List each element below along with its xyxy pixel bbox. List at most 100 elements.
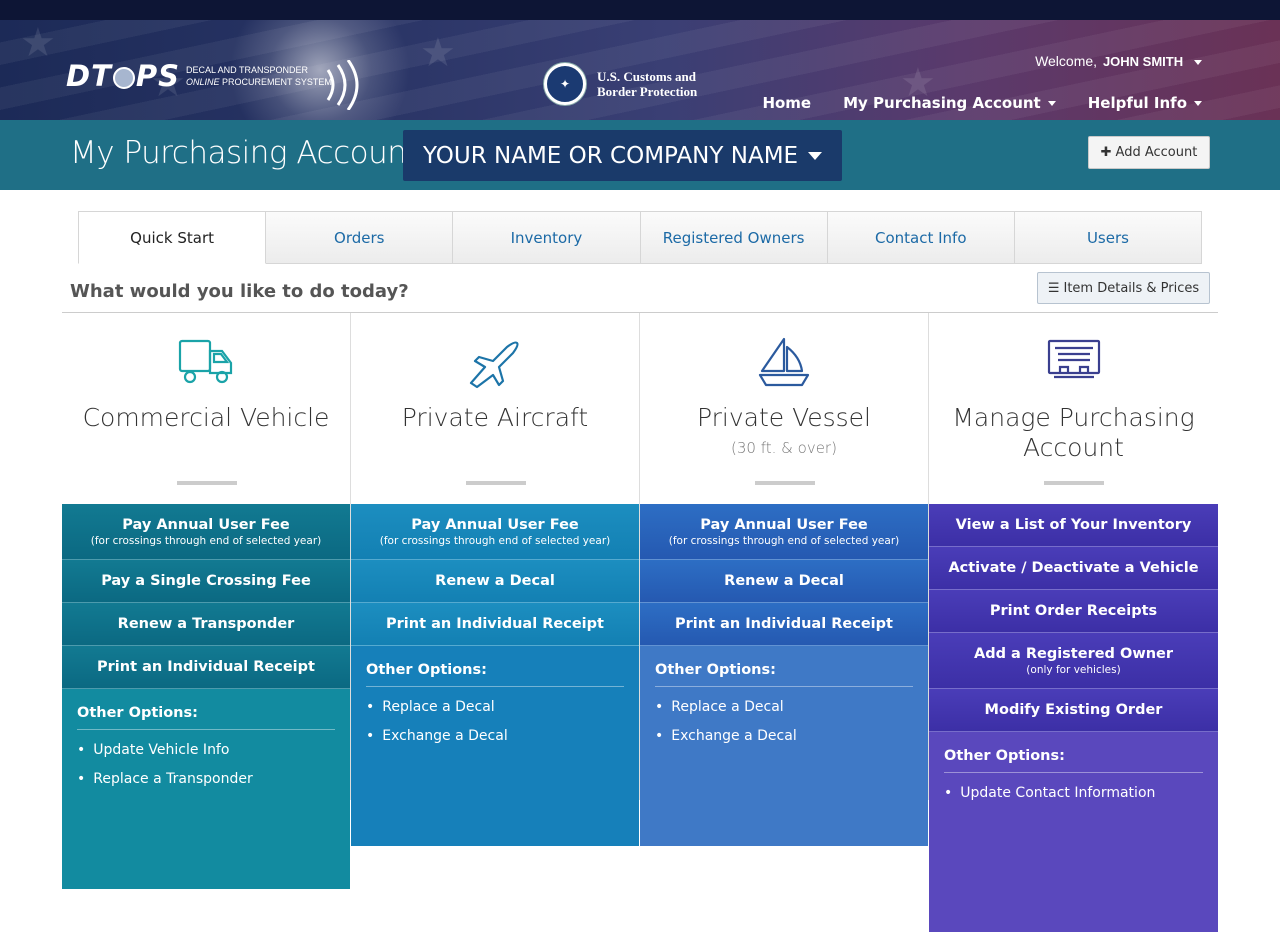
action-label: Print an Individual Receipt [97,659,315,675]
add-registered-owner-button[interactable]: Add a Registered Owner (only for vehicles… [929,633,1218,689]
other-options-title: Other Options: [77,705,335,730]
dhs-seal-icon: ✦ [544,63,586,105]
pay-annual-fee-button[interactable]: Pay Annual User Fee (for crossings throug… [62,504,350,560]
print-receipt-button[interactable]: Print an Individual Receipt [351,603,639,646]
action-label: Renew a Decal [724,573,844,589]
action-note: (for crossings through end of selected y… [668,534,900,547]
renew-transponder-button[interactable]: Renew a Transponder [62,603,350,646]
add-account-button[interactable]: ✚ Add Account [1088,136,1210,169]
flag-star-icon: ★ [420,30,456,76]
action-label: View a List of Your Inventory [955,517,1192,533]
tab-orders[interactable]: Orders [266,211,454,264]
user-menu[interactable]: Welcome, JOHN SMITH [1035,53,1202,69]
item-details-label: Item Details & Prices [1063,280,1200,296]
tab-inventory[interactable]: Inventory [453,211,641,264]
action-note: (for crossings through end of selected y… [379,534,611,547]
nav-my-purchasing-account[interactable]: My Purchasing Account [843,94,1056,120]
pay-annual-fee-button[interactable]: Pay Annual User Fee (for crossings throug… [351,504,639,560]
action-list: Pay Annual User Fee (for crossings throug… [640,504,928,846]
tab-contact-info[interactable]: Contact Info [827,211,1015,264]
logo-subtitle-italic: ONLINE [186,77,220,87]
account-title: My Purchasing Account: [70,135,428,171]
renew-decal-button[interactable]: Renew a Decal [640,560,928,603]
other-options: Other Options: Update Contact Informatio… [929,732,1218,932]
action-label: Add a Registered Owner [973,645,1174,662]
quick-start-columns: Commercial Vehicle Pay Annual User Fee (f… [62,313,1218,932]
nav-helpful-info[interactable]: Helpful Info [1088,94,1202,120]
tab-quick-start[interactable]: Quick Start [78,211,267,264]
activate-deactivate-button[interactable]: Activate / Deactivate a Vehicle [929,547,1218,590]
cbp-name: U.S. Customs and Border Protection [597,69,697,99]
other-options-title: Other Options: [366,662,624,687]
truck-icon [62,337,350,389]
other-options-title: Other Options: [944,748,1203,773]
column-commercial-vehicle: Commercial Vehicle Pay Annual User Fee (f… [62,313,351,889]
column-title: Manage Purchasing Account [929,403,1218,463]
item-details-button[interactable]: ☰ Item Details & Prices [1037,272,1210,304]
action-list: Pay Annual User Fee (for crossings throug… [62,504,350,889]
action-list: View a List of Your Inventory Activate /… [929,504,1218,932]
add-account-label: Add Account [1115,145,1198,160]
logo-wordmark: DT PS [66,59,180,93]
pay-single-crossing-button[interactable]: Pay a Single Crossing Fee [62,560,350,603]
exchange-decal-link[interactable]: Exchange a Decal [366,728,624,744]
action-label: Activate / Deactivate a Vehicle [948,560,1199,576]
cbp-branding: ✦ U.S. Customs and Border Protection [544,63,697,105]
column-title-text: Private Vessel [696,403,872,432]
dtops-logo[interactable]: DT PS DECAL AND TRANSPONDER ONLINE PROCUR… [66,56,332,96]
print-receipt-button[interactable]: Print an Individual Receipt [640,603,928,646]
nav-home-label: Home [762,94,812,112]
chevron-down-icon [1194,101,1202,106]
replace-transponder-link[interactable]: Replace a Transponder [77,771,335,787]
action-label: Pay a Single Crossing Fee [101,573,311,589]
title-underline [466,481,526,485]
column-private-aircraft: Private Aircraft Pay Annual User Fee (for… [351,313,640,846]
update-contact-info-link[interactable]: Update Contact Information [944,785,1203,801]
column-title: Commercial Vehicle [62,403,350,433]
chevron-down-icon [1194,59,1202,65]
globe-icon [112,67,135,89]
action-label: Pay Annual User Fee [700,516,868,533]
main-nav: Home My Purchasing Account Helpful Info [762,94,1202,120]
action-label: Renew a Transponder [117,616,295,632]
action-label: Renew a Decal [435,573,555,589]
airplane-icon [351,337,639,389]
nav-home[interactable]: Home [762,94,811,120]
modify-order-button[interactable]: Modify Existing Order [929,689,1218,732]
pay-annual-fee-button[interactable]: Pay Annual User Fee (for crossings throug… [640,504,928,560]
column-manage-account: Manage Purchasing Account View a List of… [929,313,1218,932]
flag-star-icon: ★ [20,20,56,66]
exchange-decal-link[interactable]: Exchange a Decal [655,728,913,744]
account-bar: My Purchasing Account: YOUR NAME OR COMP… [0,120,1280,190]
other-options: Other Options: Replace a Decal Exchange … [640,646,928,846]
cbp-name-line2: Border Protection [597,84,698,99]
other-options-title: Other Options: [655,662,913,687]
replace-decal-link[interactable]: Replace a Decal [366,699,624,715]
title-underline [755,481,815,485]
print-receipt-button[interactable]: Print an Individual Receipt [62,646,350,689]
renew-decal-button[interactable]: Renew a Decal [351,560,639,603]
logo-subtitle-line1: DECAL AND TRANSPONDER [186,65,309,75]
action-label: Pay Annual User Fee [122,516,290,533]
chevron-down-icon [808,151,823,160]
welcome-label: Welcome, [1035,53,1098,69]
view-inventory-button[interactable]: View a List of Your Inventory [929,504,1218,547]
nav-account-label: My Purchasing Account [843,94,1041,112]
tab-users[interactable]: Users [1014,211,1203,264]
sailboat-icon [640,337,928,389]
tab-registered-owners[interactable]: Registered Owners [640,211,828,264]
other-options: Other Options: Replace a Decal Exchange … [351,646,639,846]
column-private-vessel: Private Vessel (30 ft. & over) Pay Annual… [640,313,929,846]
column-subtitle: (30 ft. & over) [731,439,837,457]
user-name: JOHN SMITH [1102,54,1184,69]
update-vehicle-info-link[interactable]: Update Vehicle Info [77,742,335,758]
print-order-receipts-button[interactable]: Print Order Receipts [929,590,1218,633]
action-label: Print Order Receipts [989,603,1158,619]
column-title: Private Aircraft [351,403,639,433]
action-label: Print an Individual Receipt [675,616,893,632]
account-select[interactable]: YOUR NAME OR COMPANY NAME [403,130,842,181]
cbp-name-line1: U.S. Customs and [597,69,696,84]
action-list: Pay Annual User Fee (for crossings throug… [351,504,639,846]
site-header: ★ ★ ★ ★ DT PS DECAL AND TRANSPONDER ONLIN… [0,20,1280,120]
replace-decal-link[interactable]: Replace a Decal [655,699,913,715]
